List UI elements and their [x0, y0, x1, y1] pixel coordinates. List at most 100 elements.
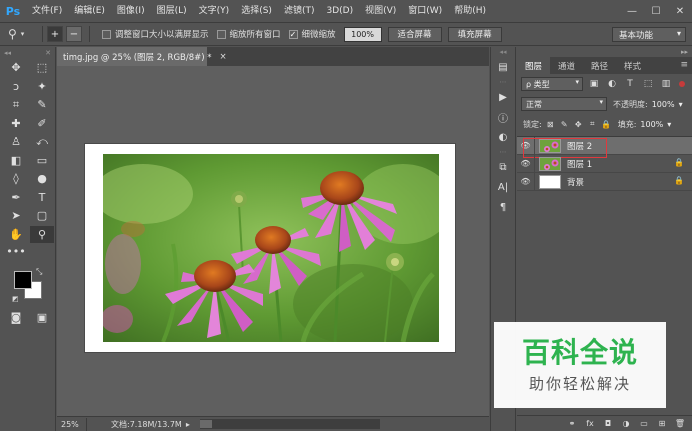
history-panel-icon[interactable]: ▤	[491, 57, 515, 77]
blend-mode-select[interactable]: 正常 ▾	[521, 97, 607, 111]
actions-play-icon[interactable]: ▶	[491, 87, 515, 107]
workspace-select[interactable]: 基本功能 ▾	[612, 27, 686, 42]
brush-tool-icon[interactable]: ✐	[30, 115, 54, 133]
canvas-area[interactable]	[57, 66, 489, 416]
menu-item[interactable]: 帮助(H)	[448, 0, 492, 22]
status-menu-arrow-icon[interactable]: ▸	[186, 420, 190, 429]
path-selection-tool-icon[interactable]: ➤	[4, 207, 28, 225]
panel-menu-icon[interactable]: ≡	[680, 60, 688, 70]
eraser-tool-icon[interactable]: ◧	[4, 152, 28, 170]
panel-grip[interactable]: ⋯	[491, 77, 515, 87]
filter-shape-icon[interactable]: ⬚	[641, 77, 655, 91]
filter-toggle-icon[interactable]	[679, 81, 685, 87]
paragraph-panel-icon[interactable]: ¶	[491, 197, 515, 217]
document-canvas[interactable]	[85, 144, 455, 352]
scrubby-zoom-checkbox[interactable]: ✓ 细微缩放	[288, 28, 336, 40]
lock-all-icon[interactable]: 🔒	[601, 119, 612, 130]
more-tools-icon[interactable]: •••	[4, 243, 28, 261]
layer-thumbnail[interactable]	[539, 174, 561, 189]
tab-layers[interactable]: 图层	[517, 57, 551, 74]
zoom-level-field[interactable]: 25%	[57, 417, 87, 431]
panel-grip[interactable]: ◂◂ ✕	[0, 47, 55, 59]
lock-transparent-icon[interactable]: ⊠	[545, 119, 556, 130]
tool-preset-picker[interactable]: ⚲ ▾	[0, 23, 38, 45]
filter-pixel-icon[interactable]: ▣	[587, 77, 601, 91]
lasso-tool-icon[interactable]: ↄ	[4, 78, 28, 96]
filter-smart-object-icon[interactable]: ▥	[659, 77, 673, 91]
quick-mask-icon[interactable]: ◙	[4, 309, 28, 327]
fit-screen-button[interactable]: 适合屏幕	[387, 26, 442, 42]
trash-icon[interactable]: 🗑	[674, 418, 686, 430]
opacity-value[interactable]: 100%	[652, 100, 675, 109]
marquee-tool-icon[interactable]: ⬚	[30, 59, 54, 77]
lock-position-icon[interactable]: ✥	[573, 119, 584, 130]
checkbox-box[interactable]	[102, 29, 111, 39]
checkbox-box[interactable]: ✓	[288, 29, 298, 39]
menu-item[interactable]: 文字(Y)	[193, 0, 236, 22]
menu-item[interactable]: 3D(D)	[320, 0, 359, 22]
menu-item[interactable]: 视图(V)	[359, 0, 402, 22]
panel-grip[interactable]: ◂◂	[491, 47, 515, 57]
filter-type-icon[interactable]: T	[623, 77, 637, 91]
fill-screen-button[interactable]: 填充屏幕	[447, 26, 502, 42]
zoom-tool-icon[interactable]: ⚲	[30, 225, 54, 243]
horizontal-scrollbar[interactable]	[199, 419, 380, 429]
fx-icon[interactable]: fx	[584, 418, 596, 430]
pen-tool-icon[interactable]: ✒	[4, 189, 28, 207]
healing-brush-tool-icon[interactable]: ✚	[4, 115, 28, 133]
foreground-color-swatch[interactable]	[14, 270, 32, 289]
tab-channels[interactable]: 通道	[550, 57, 583, 74]
menu-item[interactable]: 窗口(W)	[402, 0, 448, 22]
group-icon[interactable]: ▭	[638, 418, 650, 430]
zoom-100-button[interactable]: 100%	[343, 26, 382, 42]
magic-wand-tool-icon[interactable]: ✦	[30, 78, 54, 96]
hand-tool-icon[interactable]: ✋	[4, 226, 28, 244]
layer-row[interactable]: 👁 图层 2	[517, 136, 692, 158]
gradient-tool-icon[interactable]: ▭	[30, 152, 54, 170]
mask-icon[interactable]: ◘	[602, 418, 614, 430]
new-layer-icon[interactable]: ⊞	[656, 418, 668, 430]
visibility-eye-icon[interactable]: 👁	[517, 136, 535, 155]
checkbox-box[interactable]	[216, 29, 226, 39]
minimize-button[interactable]: —	[620, 0, 644, 22]
zoom-all-windows-checkbox[interactable]: 缩放所有窗口	[216, 28, 281, 40]
layer-row[interactable]: 👁 背景 🔒	[517, 172, 692, 191]
tab-paths[interactable]: 路径	[583, 57, 616, 74]
fill-value[interactable]: 100%	[640, 120, 663, 129]
type-tool-icon[interactable]: T	[30, 189, 54, 207]
resize-windows-checkbox[interactable]: 调整窗口大小以满屏显示	[102, 28, 209, 40]
layer-thumbnail[interactable]	[539, 138, 561, 153]
menu-item[interactable]: 文件(F)	[26, 0, 68, 22]
visibility-eye-icon[interactable]: 👁	[517, 172, 535, 191]
layer-row[interactable]: 👁 图层 1 🔒	[517, 154, 692, 173]
clone-stamp-tool-icon[interactable]: ♙	[4, 133, 28, 151]
default-colors-icon[interactable]: ◩	[12, 295, 19, 303]
crop-tool-icon[interactable]: ⌗	[4, 96, 28, 114]
character-panel-icon[interactable]: A|	[491, 177, 515, 197]
menu-item[interactable]: 图层(L)	[151, 0, 193, 22]
zoom-in-button[interactable]: +	[47, 26, 63, 42]
lock-artboard-icon[interactable]: ⌗	[587, 119, 598, 130]
move-tool-icon[interactable]: ✥	[4, 59, 28, 77]
menu-item[interactable]: 滤镜(T)	[278, 0, 321, 22]
scrollbar-thumb[interactable]	[199, 420, 212, 428]
zoom-out-button[interactable]: −	[66, 26, 82, 42]
menu-item[interactable]: 编辑(E)	[68, 0, 111, 22]
layer-thumbnail[interactable]	[539, 156, 561, 171]
panel-collapse-bar[interactable]: ▸▸	[517, 47, 692, 57]
chevron-down-icon[interactable]: ▾	[679, 100, 683, 109]
adjustments-panel-icon[interactable]: ◐	[491, 127, 515, 147]
maximize-button[interactable]: ☐	[644, 0, 668, 22]
link-icon[interactable]: ⚭	[566, 418, 578, 430]
adjustment-layer-icon[interactable]: ◑	[620, 418, 632, 430]
filter-adjustment-icon[interactable]: ◐	[605, 77, 619, 91]
blur-tool-icon[interactable]: ◊	[4, 170, 28, 188]
clone-source-panel-icon[interactable]: ⧉	[491, 157, 515, 177]
rectangle-tool-icon[interactable]: ▢	[30, 207, 54, 225]
history-brush-tool-icon[interactable]: ⤺	[30, 133, 54, 151]
menu-item[interactable]: 选择(S)	[235, 0, 278, 22]
document-tab[interactable]: timg.jpg @ 25% (图层 2, RGB/8#) * ×	[57, 47, 227, 66]
close-button[interactable]: ✕	[668, 0, 692, 22]
close-tab-icon[interactable]: ×	[220, 52, 227, 62]
layer-filter-select[interactable]: ρ 类型 ▾	[521, 77, 583, 91]
